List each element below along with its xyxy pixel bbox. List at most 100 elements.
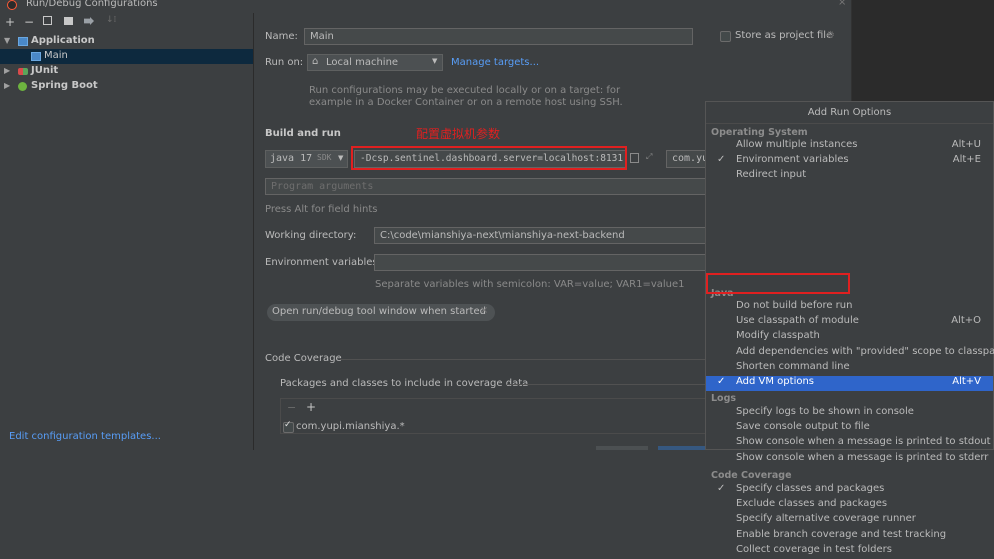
run-on-select[interactable]: ⌂ Local machine ▼ bbox=[307, 54, 443, 71]
menu-item[interactable]: Use classpath of module Alt+O bbox=[706, 315, 993, 330]
menu-item[interactable]: Specify logs to be shown in console bbox=[706, 406, 993, 421]
tree-item-spring-boot[interactable]: ▶ Spring Boot bbox=[0, 79, 253, 94]
menu-item-label: Collect coverage in test folders bbox=[736, 543, 892, 555]
menu-item[interactable]: Redirect input bbox=[706, 169, 993, 184]
menu-item-label: Enable branch coverage and test tracking bbox=[736, 528, 947, 540]
jdk-suffix: SDK bbox=[317, 153, 332, 162]
copy-icon[interactable] bbox=[43, 16, 52, 25]
store-as-project-file-label: Store as project file bbox=[735, 30, 833, 41]
tree-item-application[interactable]: ▼ Application bbox=[0, 34, 253, 49]
menu-item-label: Specify logs to be shown in console bbox=[736, 406, 914, 417]
check-icon: ✓ bbox=[717, 483, 726, 494]
run-on-label: Run on: bbox=[265, 57, 304, 68]
working-directory-label: Working directory: bbox=[265, 230, 357, 241]
popup-title: Add Run Options bbox=[706, 102, 993, 124]
store-as-project-file-checkbox[interactable] bbox=[720, 31, 731, 42]
tree-item-main[interactable]: Main bbox=[0, 49, 253, 64]
menu-item-shortcut: Alt+O bbox=[951, 315, 981, 327]
menu-item-shortcut: Alt+V bbox=[952, 376, 981, 387]
remove-icon[interactable]: − bbox=[24, 15, 34, 29]
jdk-select[interactable]: java 17 SDK ▼ bbox=[265, 150, 348, 168]
menu-item-label: Specify alternative coverage runner bbox=[736, 513, 916, 525]
menu-item[interactable]: Shorten command line bbox=[706, 361, 993, 376]
menu-item-label: Save console output to file bbox=[736, 421, 870, 433]
program-arguments-input[interactable]: Program arguments bbox=[265, 178, 706, 195]
junit-icon bbox=[18, 68, 28, 75]
menu-item[interactable]: ✓ Specify classes and packages bbox=[706, 483, 993, 498]
alt-hint-text: Press Alt for field hints bbox=[265, 204, 378, 215]
jdk-value: java 17 bbox=[270, 153, 313, 164]
add-icon[interactable]: + bbox=[5, 15, 15, 29]
document-icon[interactable] bbox=[630, 153, 639, 163]
environment-variables-hint: Separate variables with semicolon: VAR=v… bbox=[375, 279, 685, 290]
gear-icon[interactable]: ⚙ bbox=[826, 30, 835, 41]
add-icon[interactable]: + bbox=[306, 400, 316, 414]
save-icon[interactable] bbox=[64, 17, 73, 25]
environment-variables-input[interactable] bbox=[374, 254, 706, 271]
menu-item[interactable]: Exclude classes and packages bbox=[706, 498, 993, 513]
app-logo-icon bbox=[7, 0, 17, 10]
menu-item[interactable]: ✓ Environment variables Alt+E bbox=[706, 154, 993, 169]
manage-targets-link[interactable]: Manage targets... bbox=[451, 57, 539, 68]
close-icon[interactable]: × bbox=[838, 0, 846, 8]
open-tool-window-tag[interactable]: Open run/debug tool window when started … bbox=[267, 304, 495, 321]
expand-icon[interactable]: ⤢ bbox=[646, 152, 652, 162]
divider bbox=[340, 359, 706, 360]
menu-item[interactable]: Do not build before run bbox=[706, 300, 993, 315]
menu-item[interactable]: Specify alternative coverage runner bbox=[706, 513, 993, 528]
working-directory-input[interactable]: C:\code\mianshiya-next\mianshiya-next-ba… bbox=[374, 227, 706, 244]
close-icon[interactable]: × bbox=[480, 305, 488, 316]
chevron-right-icon[interactable]: ▶ bbox=[4, 81, 10, 90]
menu-section-heading: Logs bbox=[711, 393, 737, 404]
menu-item[interactable]: Add dependencies with "provided" scope t… bbox=[706, 345, 994, 361]
edit-configuration-templates-link[interactable]: Edit configuration templates... bbox=[9, 431, 161, 442]
chevron-down-icon: ▼ bbox=[432, 57, 438, 65]
window-title: Run/Debug Configurations bbox=[26, 0, 158, 9]
menu-section-heading: Code Coverage bbox=[711, 470, 792, 481]
environment-variables-label: Environment variables: bbox=[265, 257, 381, 268]
code-coverage-heading: Code Coverage bbox=[265, 353, 342, 364]
tree-item-label: Spring Boot bbox=[31, 80, 98, 91]
move-icon[interactable] bbox=[84, 17, 94, 25]
configuration-tree-panel: + − ↓⁞ ▼ Application Main ▶ JUnit ▶ Spri… bbox=[0, 13, 254, 450]
tree-item-junit[interactable]: ▶ JUnit bbox=[0, 64, 253, 79]
sort-icon[interactable]: ↓⁞ bbox=[106, 15, 116, 25]
menu-item-shortcut: Alt+U bbox=[951, 139, 981, 150]
application-icon bbox=[18, 37, 28, 46]
menu-item-label: Show console when a message is printed t… bbox=[736, 451, 989, 463]
run-on-hint-line-2: example in a Docker Container or on a re… bbox=[309, 97, 623, 108]
background-editor-area bbox=[851, 0, 994, 101]
menu-item[interactable]: Modify classpath bbox=[706, 330, 993, 345]
menu-item[interactable]: Enable branch coverage and test tracking bbox=[706, 529, 993, 544]
menu-item[interactable]: Show console when a message is printed t… bbox=[706, 452, 993, 467]
tree-item-label: Application bbox=[31, 35, 95, 46]
tree-item-label: Main bbox=[44, 50, 68, 61]
chevron-right-icon[interactable]: ▶ bbox=[4, 66, 10, 75]
menu-item[interactable]: Show console when a message is printed t… bbox=[706, 436, 993, 451]
spring-boot-icon bbox=[18, 82, 27, 91]
remove-icon[interactable]: − bbox=[287, 401, 296, 414]
coverage-item-label: com.yupi.mianshiya.* bbox=[296, 421, 405, 432]
menu-item-shortcut: Alt+E bbox=[952, 154, 981, 166]
menu-item-label: Add dependencies with "provided" scope t… bbox=[736, 345, 994, 357]
menu-item-label: Show console when a message is printed t… bbox=[736, 436, 991, 448]
name-label: Name: bbox=[265, 31, 298, 42]
menu-item[interactable]: ✓ Add VM options Alt+V bbox=[706, 376, 993, 391]
name-input[interactable]: Main bbox=[304, 28, 693, 45]
ok-button[interactable] bbox=[658, 446, 706, 450]
check-icon: ✓ bbox=[717, 376, 726, 387]
menu-item[interactable]: Save console output to file bbox=[706, 421, 993, 436]
main-class-input[interactable]: com.yu bbox=[666, 150, 706, 168]
menu-item-label: Use classpath of module bbox=[736, 315, 859, 327]
run-on-hint-line-1: Run configurations may be executed local… bbox=[309, 85, 621, 96]
cancel-button[interactable] bbox=[596, 446, 648, 450]
menu-item[interactable]: Collect coverage in test folders bbox=[706, 544, 993, 559]
vm-options-highlight-box bbox=[351, 146, 627, 170]
home-icon: ⌂ bbox=[312, 56, 319, 67]
menu-item[interactable]: Allow multiple instances Alt+U bbox=[706, 139, 993, 154]
program-arguments-placeholder: Program arguments bbox=[271, 181, 374, 192]
menu-item-label: Environment variables bbox=[736, 154, 849, 166]
chevron-down-icon[interactable]: ▼ bbox=[4, 36, 10, 45]
title-bar: Run/Debug Configurations × bbox=[0, 0, 850, 13]
tree-item-label: JUnit bbox=[31, 65, 59, 76]
